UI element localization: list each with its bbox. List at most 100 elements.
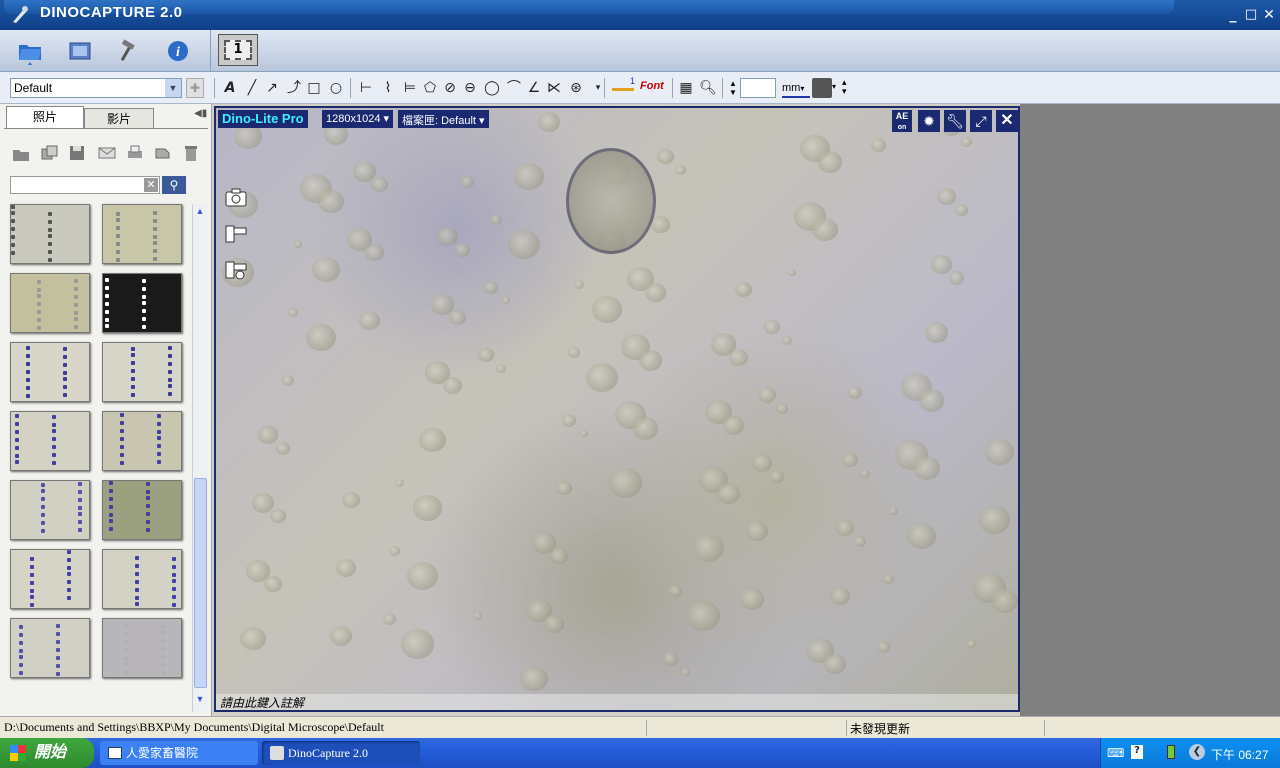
thumbnail-scrollbar[interactable]: ▲ ▼ bbox=[192, 204, 208, 712]
chevron-down-icon[interactable]: ▾ bbox=[832, 82, 836, 91]
photo-thumbnail[interactable] bbox=[102, 273, 182, 333]
stepper-arrows-icon[interactable]: ▲ ▼ bbox=[728, 79, 738, 97]
scroll-down-icon[interactable]: ▼ bbox=[194, 694, 206, 708]
task-browser[interactable]: 人愛家畜醫院 bbox=[100, 741, 258, 765]
line-tool-icon[interactable]: ╱ bbox=[242, 79, 262, 97]
thumbnail-speck bbox=[157, 444, 161, 448]
photo-thumbnail[interactable] bbox=[102, 204, 182, 264]
photo-thumbnail[interactable] bbox=[10, 549, 90, 609]
photo-thumbnail[interactable] bbox=[10, 204, 90, 264]
settings-button[interactable]: 🔧︎ bbox=[944, 110, 966, 132]
delete-button[interactable] bbox=[180, 142, 202, 164]
photo-thumbnail[interactable] bbox=[10, 411, 90, 471]
resolution-select[interactable]: 1280x1024 ▾ bbox=[322, 110, 394, 128]
email-button[interactable] bbox=[96, 142, 118, 164]
search-button[interactable]: ⚲ bbox=[162, 176, 186, 194]
profile-select-value: Default bbox=[14, 81, 53, 95]
measure-line-icon[interactable]: ⊢ bbox=[356, 79, 376, 97]
fullscreen-button[interactable]: ⤢ bbox=[970, 110, 992, 132]
measure-3point-circle-icon[interactable]: ◯ bbox=[482, 79, 502, 97]
close-preview-button[interactable]: ✕ bbox=[996, 110, 1018, 132]
measure-4point-angle-icon[interactable]: ⋉ bbox=[544, 79, 564, 97]
maximize-button[interactable]: □ bbox=[1242, 6, 1260, 24]
scroll-thumb[interactable] bbox=[194, 478, 207, 688]
photo-thumbnail[interactable] bbox=[102, 411, 182, 471]
help-icon[interactable]: ? bbox=[1131, 745, 1143, 759]
measure-circle-icon[interactable]: ⊘ bbox=[440, 79, 460, 97]
specimen-cell bbox=[931, 255, 952, 274]
thumbnail-speck bbox=[74, 325, 78, 329]
photo-thumbnail[interactable] bbox=[102, 618, 182, 678]
photo-thumbnail[interactable] bbox=[102, 480, 182, 540]
image-view-button[interactable] bbox=[62, 34, 98, 68]
tab-photos[interactable]: 照片 bbox=[6, 106, 84, 129]
specimen-cell bbox=[919, 389, 944, 412]
add-profile-button[interactable]: ✚ bbox=[186, 78, 204, 98]
close-button[interactable]: ✕ bbox=[1260, 6, 1278, 24]
text-tool-icon[interactable]: A bbox=[220, 79, 240, 97]
specimen-cell bbox=[562, 414, 576, 427]
timelapse-button[interactable] bbox=[224, 258, 248, 280]
clear-search-icon[interactable]: ✕ bbox=[144, 178, 158, 192]
taskbar: 開始 人愛家畜醫院 DinoCapture 2.0 ⌨ ? ❮ 下午 06:27 bbox=[0, 738, 1280, 768]
profile-folder-select[interactable]: 檔案匣: Default ▾ bbox=[398, 110, 489, 128]
copy-button[interactable] bbox=[38, 142, 60, 164]
photo-thumbnail[interactable] bbox=[10, 273, 90, 333]
scroll-up-icon[interactable]: ▲ bbox=[194, 206, 206, 220]
measure-parallel-icon[interactable]: ⊨ bbox=[400, 79, 420, 97]
photo-thumbnail[interactable] bbox=[10, 342, 90, 402]
font-button[interactable]: Font bbox=[640, 80, 664, 92]
measure-polyline-icon[interactable]: ⌇ bbox=[378, 79, 398, 97]
photo-thumbnail[interactable] bbox=[102, 342, 182, 402]
capture-photo-button[interactable] bbox=[224, 186, 248, 208]
single-view-button[interactable]: 1 bbox=[218, 34, 258, 66]
photo-thumbnail[interactable] bbox=[10, 480, 90, 540]
export-button[interactable] bbox=[152, 142, 174, 164]
zoom-magnifier-icon[interactable]: 🔍︎ bbox=[698, 79, 718, 97]
info-button[interactable]: i bbox=[160, 34, 196, 68]
photo-thumbnail[interactable] bbox=[102, 549, 182, 609]
unit-select[interactable]: mm▾ bbox=[782, 78, 810, 98]
specimen-cell bbox=[496, 364, 506, 373]
photo-thumbnail[interactable] bbox=[10, 618, 90, 678]
brightness-button[interactable]: ✹ bbox=[918, 110, 940, 132]
tools-button[interactable] bbox=[110, 34, 146, 68]
polyline-tool-icon[interactable]: ⤴ bbox=[284, 79, 304, 97]
ellipse-tool-icon[interactable]: ○ bbox=[326, 79, 346, 97]
grid-table-icon[interactable]: ▦ bbox=[676, 79, 696, 97]
annotation-input[interactable]: 請由此鍵入註解 bbox=[216, 694, 1018, 710]
start-button[interactable]: 開始 bbox=[0, 738, 94, 768]
task-dinocapture[interactable]: DinoCapture 2.0 bbox=[262, 741, 420, 765]
live-preview[interactable]: Dino-Lite Pro 1280x1024 ▾ 檔案匣: Default ▾… bbox=[214, 106, 1020, 712]
measure-polygon-icon[interactable]: ⬠ bbox=[420, 79, 440, 97]
arrow-tool-icon[interactable]: ↗ bbox=[262, 79, 282, 97]
magnification-input[interactable] bbox=[740, 78, 776, 98]
stroke-width-button[interactable]: 1 bbox=[612, 76, 636, 100]
measure-center-icon[interactable]: ⊛ bbox=[566, 79, 586, 97]
record-video-button[interactable] bbox=[224, 222, 248, 244]
collapse-panel-icon[interactable]: ◀▮ bbox=[194, 108, 207, 119]
more-tools-chevron-icon[interactable]: ▾ bbox=[588, 79, 608, 97]
device-icon[interactable] bbox=[1167, 745, 1175, 759]
measure-angle-icon[interactable]: ∠ bbox=[524, 79, 544, 97]
tab-videos[interactable]: 影片 bbox=[84, 108, 154, 128]
expand-tray-icon[interactable]: ❮ bbox=[1189, 744, 1205, 760]
search-input[interactable]: ✕ bbox=[10, 176, 160, 194]
thumbnail-speck bbox=[37, 280, 41, 284]
profile-select[interactable]: Default ▼ bbox=[10, 78, 182, 98]
save-button[interactable] bbox=[66, 142, 88, 164]
open-file-button[interactable] bbox=[10, 142, 32, 164]
minimize-button[interactable]: _ bbox=[1224, 6, 1242, 24]
calibration-icon[interactable] bbox=[812, 78, 832, 98]
toolbar-overflow-icon[interactable]: ▴ ▾ bbox=[842, 78, 847, 96]
open-folder-button[interactable] bbox=[12, 34, 48, 68]
measure-arc-icon[interactable]: ⌒ bbox=[504, 79, 524, 97]
wrench-icon: 🔧︎ bbox=[946, 113, 964, 129]
rectangle-tool-icon[interactable]: □ bbox=[304, 79, 324, 97]
keyboard-icon[interactable]: ⌨ bbox=[1107, 746, 1124, 760]
measure-circle-diameter-icon[interactable]: ⊖ bbox=[460, 79, 480, 97]
thumbnail-speck bbox=[15, 438, 19, 442]
auto-exposure-button[interactable]: AE on bbox=[892, 110, 912, 132]
specimen-cell bbox=[735, 282, 752, 298]
print-button[interactable] bbox=[124, 142, 146, 164]
